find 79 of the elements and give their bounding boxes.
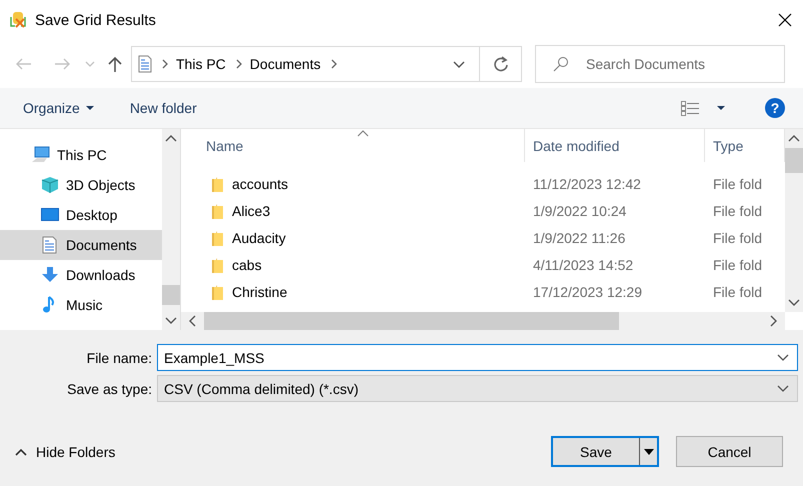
file-type: File fold bbox=[712, 230, 764, 246]
close-icon[interactable] bbox=[777, 12, 793, 28]
hide-folders-button[interactable]: Hide Folders bbox=[15, 444, 116, 460]
sidebar-item[interactable]: Desktop bbox=[0, 200, 162, 230]
scroll-down-icon[interactable] bbox=[788, 299, 800, 306]
organize-menu[interactable]: Organize bbox=[23, 100, 94, 116]
column-header[interactable]: Date modified bbox=[525, 129, 705, 162]
chevron-right-icon bbox=[160, 59, 168, 69]
chevron-up-icon bbox=[15, 448, 27, 456]
desktop-icon bbox=[41, 206, 59, 224]
breadcrumb-item[interactable]: Documents bbox=[250, 56, 321, 72]
app-icon bbox=[10, 11, 27, 29]
caret-icon[interactable] bbox=[644, 448, 654, 454]
scroll-right-icon[interactable] bbox=[770, 315, 777, 327]
file-name[interactable]: Audacity bbox=[232, 230, 286, 246]
file-type: File fold bbox=[712, 176, 764, 192]
scroll-up-icon[interactable] bbox=[788, 135, 800, 142]
folder-icon bbox=[211, 176, 223, 192]
date-modified: 1/9/2022 11:26 bbox=[532, 230, 626, 246]
scroll-left-icon[interactable] bbox=[189, 315, 196, 327]
scrollbar[interactable] bbox=[785, 129, 803, 312]
field-label: File name: bbox=[86, 350, 152, 366]
up-arrow-icon[interactable] bbox=[107, 55, 123, 73]
field-label: Save as type: bbox=[66, 380, 152, 396]
cube-icon bbox=[41, 176, 59, 194]
scrollbar-thumb[interactable] bbox=[162, 285, 180, 305]
date-modified: 17/12/2023 12:29 bbox=[532, 284, 643, 300]
sidebar-item[interactable]: 3D Objects bbox=[0, 170, 162, 200]
scrollbar-thumb[interactable] bbox=[204, 312, 619, 330]
file-type: File fold bbox=[712, 256, 764, 272]
save-button[interactable]: Save bbox=[551, 436, 659, 467]
refresh-icon bbox=[492, 56, 508, 72]
sidebar-item[interactable]: This PC bbox=[0, 140, 162, 170]
address-bar[interactable]: This PC Documents bbox=[131, 46, 480, 82]
column-header[interactable]: Name bbox=[181, 129, 525, 162]
document-icon bbox=[138, 55, 152, 73]
download-arrow-icon bbox=[41, 266, 59, 284]
file-name[interactable]: accounts bbox=[232, 176, 288, 192]
file-name[interactable]: cabs bbox=[232, 256, 262, 272]
date-modified: 4/11/2023 14:52 bbox=[532, 256, 634, 272]
folder-icon bbox=[211, 284, 223, 300]
sidebar-item[interactable]: Music bbox=[0, 290, 162, 320]
search-icon bbox=[553, 56, 569, 72]
file-type: File fold bbox=[712, 284, 764, 300]
file-name-field[interactable]: Example1_MSS bbox=[157, 344, 798, 371]
caret-icon[interactable] bbox=[717, 106, 725, 110]
scroll-up-icon[interactable] bbox=[164, 135, 177, 142]
folder-icon bbox=[211, 230, 223, 246]
chevron-down-icon bbox=[777, 385, 789, 392]
document-icon bbox=[41, 236, 59, 254]
file-type-dropdown[interactable]: CSV (Comma delimited) (*.csv) bbox=[157, 375, 798, 402]
window-title: Save Grid Results bbox=[35, 12, 157, 28]
caret-icon bbox=[86, 106, 94, 110]
breadcrumb-item[interactable]: This PC bbox=[176, 56, 226, 72]
file-name[interactable]: Alice3 bbox=[232, 202, 270, 218]
cancel-button[interactable]: Cancel bbox=[676, 436, 783, 467]
sort-caret-icon bbox=[357, 130, 369, 137]
new-folder-button[interactable]: New folder bbox=[130, 100, 197, 116]
sidebar-item[interactable]: Downloads bbox=[0, 260, 162, 290]
sidebar-item[interactable]: Documents bbox=[0, 230, 162, 260]
computer-icon bbox=[32, 146, 50, 164]
search-field[interactable]: Search Documents bbox=[535, 45, 785, 83]
chevron-right-icon bbox=[234, 59, 242, 69]
file-name[interactable]: Christine bbox=[232, 284, 288, 300]
date-modified: 1/9/2022 10:24 bbox=[532, 202, 628, 218]
file-type: File fold bbox=[712, 202, 764, 218]
folder-icon bbox=[211, 202, 223, 218]
scroll-down-icon[interactable] bbox=[164, 317, 177, 324]
scrollbar[interactable] bbox=[181, 312, 785, 330]
chevron-down-icon[interactable] bbox=[453, 60, 465, 68]
date-modified: 11/12/2023 12:42 bbox=[532, 176, 642, 192]
chevron-down-icon bbox=[777, 354, 789, 361]
refresh-button[interactable] bbox=[480, 46, 522, 82]
scrollbar-thumb[interactable] bbox=[785, 148, 803, 173]
scrollbar[interactable] bbox=[162, 129, 180, 330]
help-icon[interactable]: ? bbox=[765, 98, 785, 118]
chevron-right-icon bbox=[328, 59, 337, 69]
folder-icon bbox=[211, 256, 223, 272]
view-list-icon[interactable] bbox=[681, 100, 699, 116]
